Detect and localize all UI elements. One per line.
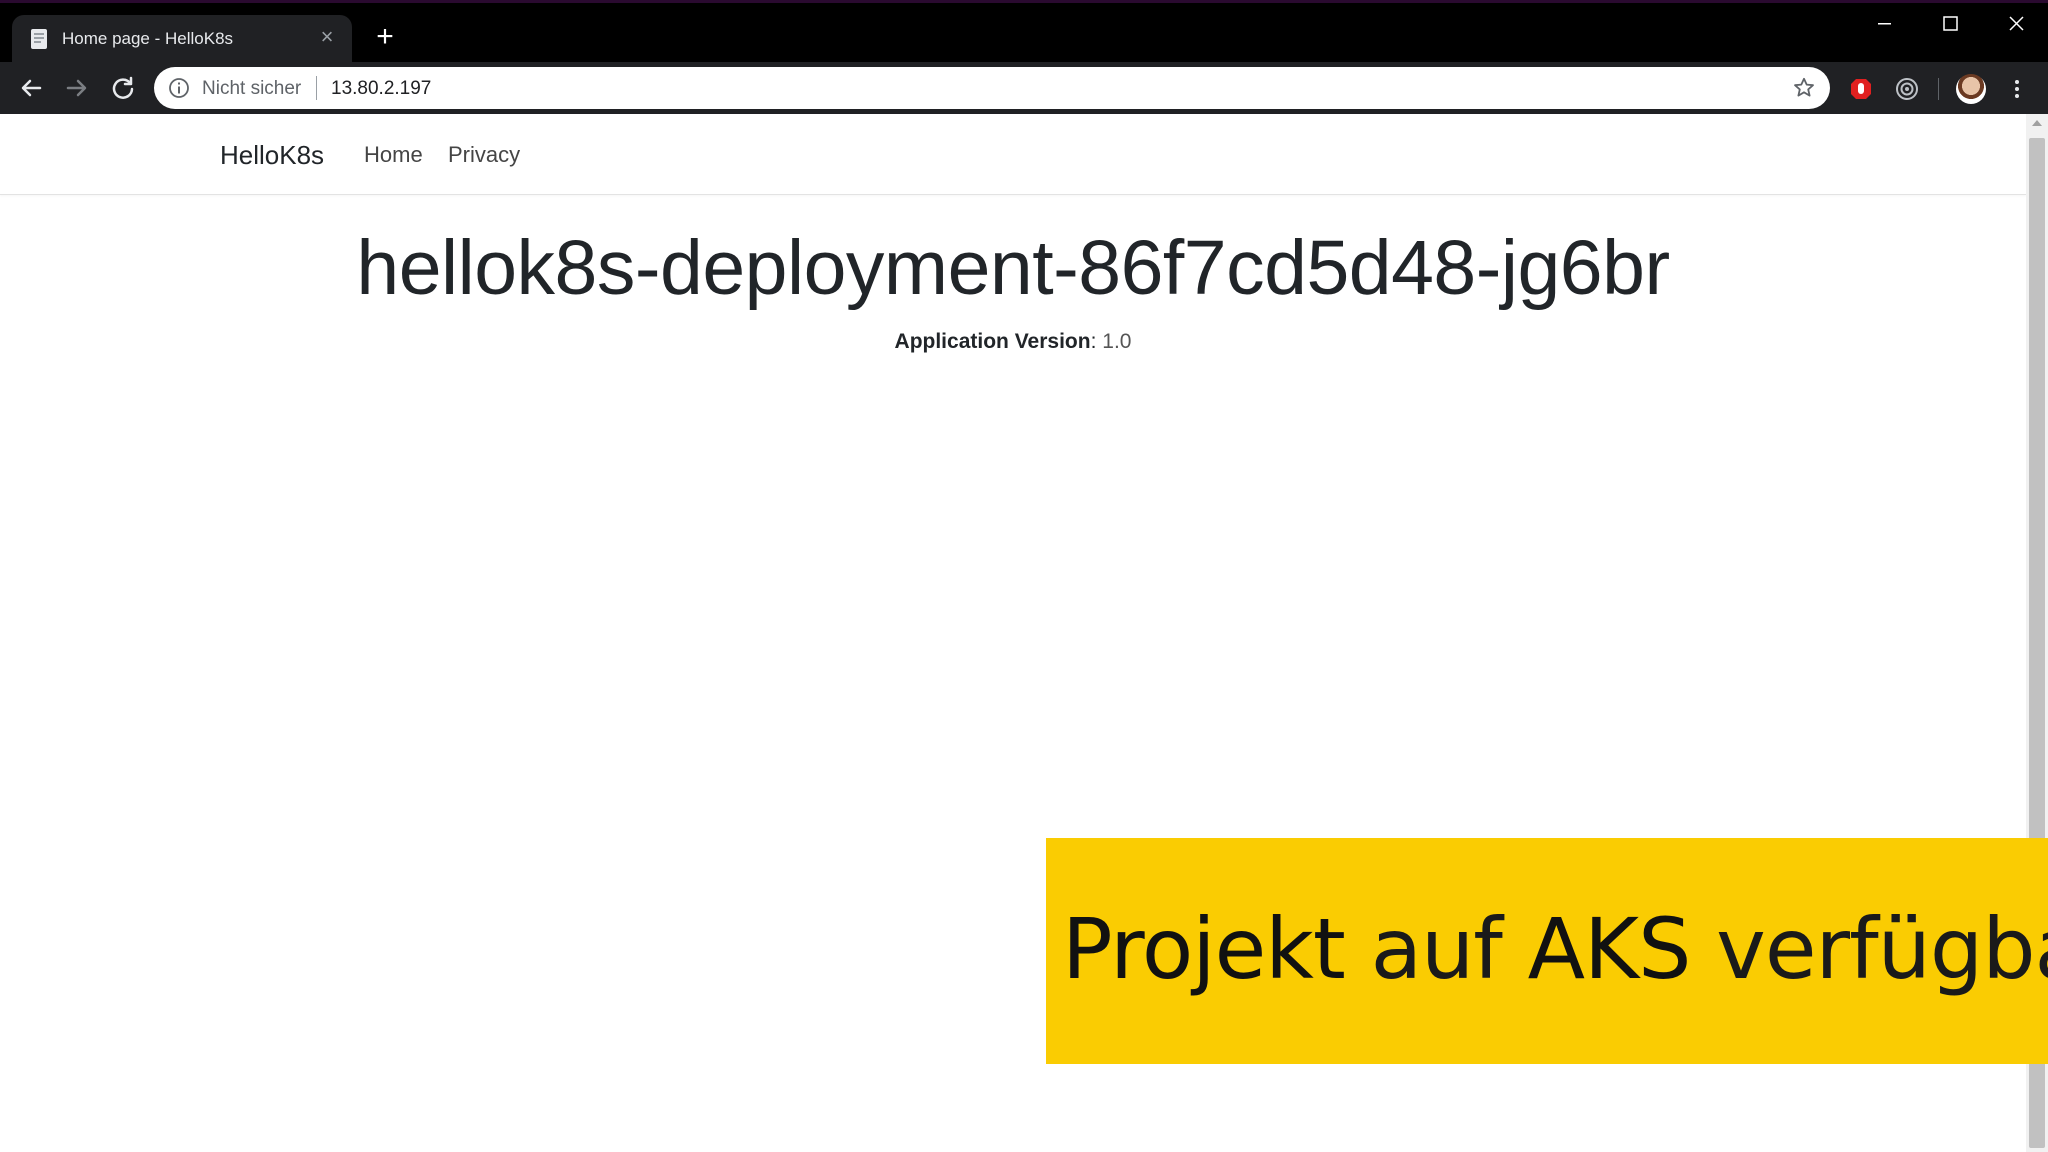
avatar[interactable] [1956,74,1986,104]
tab-close-icon[interactable]: × [316,26,338,48]
url-text[interactable]: 13.80.2.197 [331,78,431,100]
star-icon[interactable] [1792,76,1816,100]
nav-link-privacy[interactable]: Privacy [448,142,520,168]
browser-toolbar: Nicht sicher 13.80.2.197 [0,62,2048,114]
kebab-menu-icon[interactable] [2004,76,2030,102]
target-extension-icon[interactable] [1894,76,1920,102]
page-title: hellok8s-deployment-86f7cd5d48-jg6br [356,225,1670,311]
caption-word-verfuegbar: verfügbar [1716,900,2048,998]
info-icon[interactable] [168,77,190,99]
address-bar[interactable]: Nicht sicher 13.80.2.197 [154,67,1830,109]
caption-text: Projekt auf AKS verfügbar [1062,900,2048,998]
site-brand-link[interactable]: HelloK8s [220,140,324,171]
browser-titlebar: Home page - HelloK8s × + [0,0,2048,65]
document-favicon-icon [31,29,47,49]
toolbar-separator [1938,78,1939,100]
maximize-icon[interactable] [1928,11,1972,37]
reload-icon[interactable] [107,72,139,104]
caption-word-projekt: Projekt [1062,900,1346,998]
nav-link-home[interactable]: Home [364,142,423,168]
browser-tab[interactable]: Home page - HelloK8s × [12,15,352,65]
caption-banner: Projekt auf AKS verfügbar [1046,838,2048,1064]
scroll-up-icon[interactable] [2032,120,2042,126]
tab-title: Home page - HelloK8s [62,29,234,48]
caption-word-aks: AKS [1527,900,1692,998]
application-version: Application Version: 1.0 [0,330,2026,354]
red-extension-icon[interactable] [1848,76,1874,102]
forward-arrow-icon[interactable] [61,72,93,104]
caption-word-auf: auf [1370,900,1503,998]
version-label: Application Version [894,330,1091,353]
version-value: 1.0 [1102,330,1132,353]
version-separator: : [1090,330,1097,353]
back-arrow-icon[interactable] [15,72,47,104]
site-navbar: HelloK8s Home Privacy [0,114,2026,195]
new-tab-button[interactable]: + [370,22,400,53]
close-window-icon[interactable] [1994,11,2038,37]
security-label[interactable]: Nicht sicher [202,78,301,100]
address-separator [316,76,317,100]
minimize-icon[interactable] [1862,11,1906,37]
